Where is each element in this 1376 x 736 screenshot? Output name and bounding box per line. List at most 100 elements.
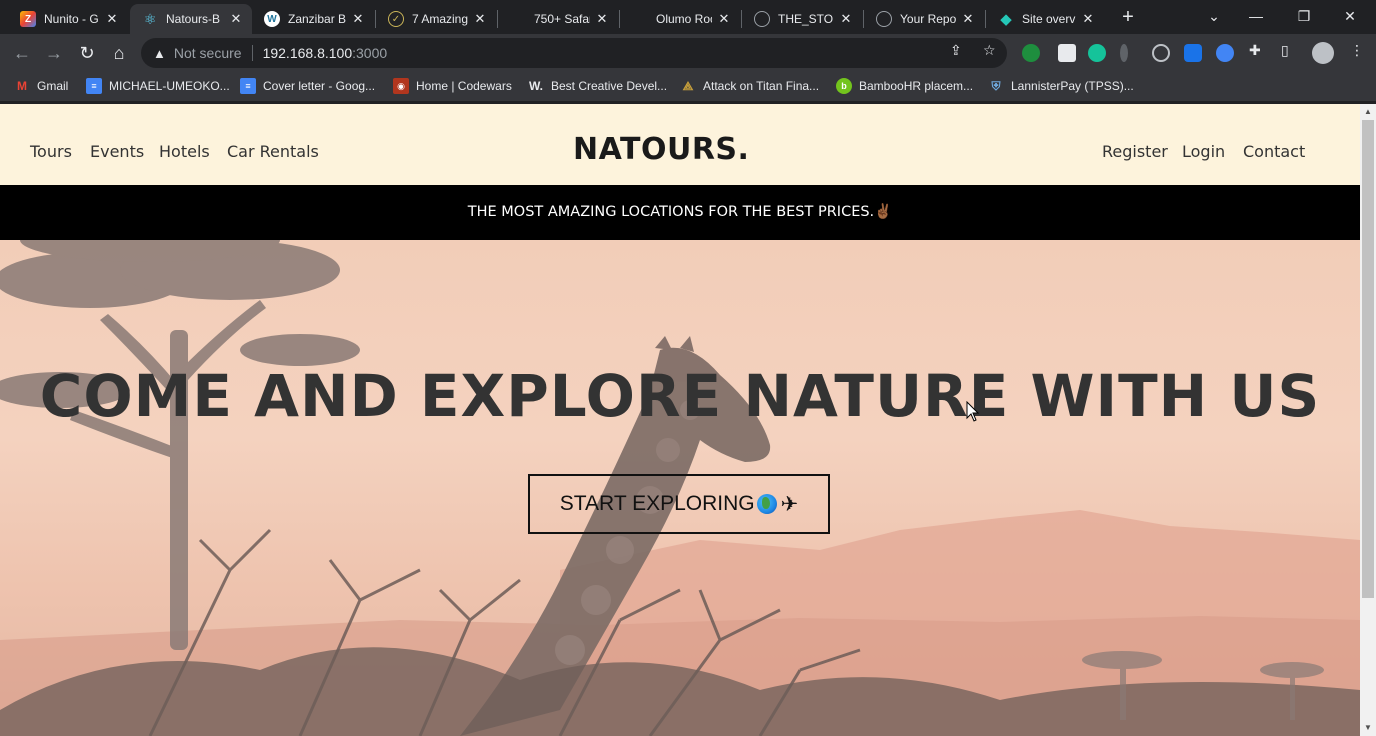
forward-button[interactable]: →: [42, 41, 66, 65]
side-panel-icon[interactable]: ▯: [1281, 42, 1289, 59]
bookmark-attack-on-titan[interactable]: ⟁ Attack on Titan Fina...: [680, 78, 819, 94]
bookmark-best-creative[interactable]: W. Best Creative Devel...: [528, 78, 667, 94]
nav-link-events[interactable]: Events: [90, 142, 144, 161]
aot-icon: ⟁: [682, 78, 694, 93]
bookmark-label: LannisterPay (TPSS)...: [1011, 79, 1134, 93]
close-icon[interactable]: ✕: [1080, 11, 1096, 27]
address-bar[interactable]: ▲ Not secure 192.168.8.100:3000: [141, 38, 1007, 68]
tab-site-overview[interactable]: ◆ Site overvi ✕: [986, 4, 1104, 34]
codewars-icon: ◉: [393, 78, 409, 94]
hero-title: COME AND EXPLORE NATURE WITH US: [39, 362, 1321, 430]
lannister-icon: ⛨: [991, 78, 1001, 93]
scroll-down-icon[interactable]: ▼: [1360, 720, 1376, 736]
bookmark-label: Cover letter - Goog...: [263, 79, 376, 93]
url-port[interactable]: :3000: [352, 45, 387, 61]
bookmark-bamboohr[interactable]: b BambooHR placem...: [836, 78, 973, 94]
close-icon[interactable]: ✕: [960, 11, 976, 27]
minimize-button[interactable]: —: [1236, 4, 1276, 28]
extension-icon[interactable]: [1022, 44, 1040, 62]
nav-link-car-rentals[interactable]: Car Rentals: [227, 142, 319, 161]
bookmark-codewars[interactable]: ◉ Home | Codewars: [393, 78, 512, 94]
airplane-icon: ✈: [780, 492, 799, 516]
tab-title: Zanzibar B: [288, 12, 346, 26]
bookmark-lannisterpay[interactable]: ⛨ LannisterPay (TPSS)...: [988, 78, 1134, 94]
tab-the-story[interactable]: THE_STOR ✕: [742, 4, 862, 34]
cta-label: START EXPLORING: [559, 492, 755, 515]
kebab-menu-icon[interactable]: ⋮: [1350, 42, 1364, 59]
close-icon[interactable]: ✕: [472, 11, 488, 27]
bookmark-cover-letter[interactable]: ≡ Cover letter - Goog...: [240, 78, 375, 94]
close-icon[interactable]: ✕: [716, 11, 732, 27]
docs-icon: ≡: [86, 78, 102, 94]
tab-nunito[interactable]: Z Nunito - G ✕: [8, 4, 128, 34]
home-button[interactable]: ⌂: [107, 41, 131, 65]
nav-link-tours[interactable]: Tours: [30, 142, 72, 161]
check-circle-icon: ✓: [388, 11, 404, 27]
security-label[interactable]: Not secure: [174, 45, 242, 61]
share-icon[interactable]: ⇪: [950, 42, 962, 59]
bookmark-label: Home | Codewars: [416, 79, 512, 93]
extension-icon[interactable]: [1184, 44, 1202, 62]
bookmark-label: MICHAEL-UMEOKO...: [109, 79, 230, 93]
extension-icon[interactable]: [1120, 44, 1128, 62]
bookmark-star-icon[interactable]: ☆: [983, 42, 996, 59]
bookmark-gmail[interactable]: M Gmail: [14, 78, 68, 94]
bookmark-label: Best Creative Devel...: [551, 79, 668, 93]
react-icon: ⚛: [143, 10, 157, 27]
blank-icon: [510, 11, 526, 27]
tab-title: Site overvi: [1022, 12, 1076, 26]
page-scrollbar[interactable]: ▲ ▼: [1360, 104, 1376, 736]
browser-toolbar: ← → ↻ ⌂ ▲ Not secure 192.168.8.100:3000 …: [0, 34, 1376, 72]
tab-strip: Z Nunito - G ✕ ⚛ Natours-B ✕ W Zanzibar …: [0, 0, 1376, 34]
tab-natours[interactable]: ⚛ Natours-B ✕: [130, 4, 252, 34]
omnibox-divider: [251, 45, 253, 61]
extension-icon[interactable]: [1152, 44, 1170, 62]
extension-icon[interactable]: [1058, 44, 1076, 62]
github-icon: [876, 11, 892, 27]
url-host[interactable]: 192.168.8.100: [263, 45, 353, 61]
scroll-up-icon[interactable]: ▲: [1360, 104, 1376, 120]
tab-title: 750+ Safar: [534, 12, 590, 26]
reload-button[interactable]: ↻: [75, 41, 99, 65]
bookmark-label: BambooHR placem...: [859, 79, 974, 93]
blank-icon: [632, 11, 648, 27]
close-icon[interactable]: ✕: [838, 11, 854, 27]
wordpress-icon: W: [264, 11, 280, 27]
tab-your-repo[interactable]: Your Repo ✕: [864, 4, 984, 34]
nav-link-contact[interactable]: Contact: [1243, 142, 1305, 161]
start-exploring-button[interactable]: START EXPLORING ✈: [528, 474, 830, 534]
site-navbar: Tours Events Hotels Car Rentals NATOURS.…: [0, 104, 1360, 185]
new-tab-button[interactable]: +: [1116, 6, 1140, 30]
puzzle-icon[interactable]: ✚: [1249, 42, 1261, 59]
tab-olumo-rock[interactable]: Olumo Roc ✕: [620, 4, 740, 34]
netlify-icon: ◆: [1000, 11, 1012, 28]
tab-title: THE_STOR: [778, 12, 834, 26]
back-button[interactable]: ←: [10, 41, 34, 65]
nav-link-login[interactable]: Login: [1182, 142, 1225, 161]
tab-zanzibar[interactable]: W Zanzibar B ✕: [252, 4, 374, 34]
close-icon[interactable]: ✕: [594, 11, 610, 27]
bamboohr-icon: b: [836, 78, 852, 94]
tab-750-safari[interactable]: 750+ Safar ✕: [498, 4, 618, 34]
close-window-button[interactable]: ✕: [1330, 4, 1370, 28]
extension-icon[interactable]: [1216, 44, 1234, 62]
bookmark-label: Gmail: [37, 79, 69, 93]
close-icon[interactable]: ✕: [104, 11, 120, 27]
gmail-icon: M: [17, 79, 27, 93]
bookmarks-bar: M Gmail ≡ MICHAEL-UMEOKO... ≡ Cover lett…: [0, 72, 1376, 102]
google-fonts-icon: Z: [20, 11, 36, 27]
nav-link-register[interactable]: Register: [1102, 142, 1168, 161]
nav-link-hotels[interactable]: Hotels: [159, 142, 210, 161]
restore-button[interactable]: ❐: [1284, 4, 1324, 28]
tab-7-amazing[interactable]: ✓ 7 Amazing ✕: [376, 4, 496, 34]
avatar[interactable]: [1312, 42, 1334, 64]
grammarly-icon[interactable]: [1088, 44, 1106, 62]
bookmark-michael-umeoko[interactable]: ≡ MICHAEL-UMEOKO...: [86, 78, 230, 94]
tab-search-chevron-icon[interactable]: ⌄: [1194, 4, 1234, 28]
close-icon[interactable]: ✕: [228, 11, 244, 27]
warning-icon[interactable]: ▲: [153, 46, 166, 61]
close-icon[interactable]: ✕: [350, 11, 366, 27]
mouse-cursor-icon: [966, 401, 980, 422]
site-logo[interactable]: NATOURS.: [573, 132, 749, 167]
scrollbar-thumb[interactable]: [1362, 120, 1374, 598]
